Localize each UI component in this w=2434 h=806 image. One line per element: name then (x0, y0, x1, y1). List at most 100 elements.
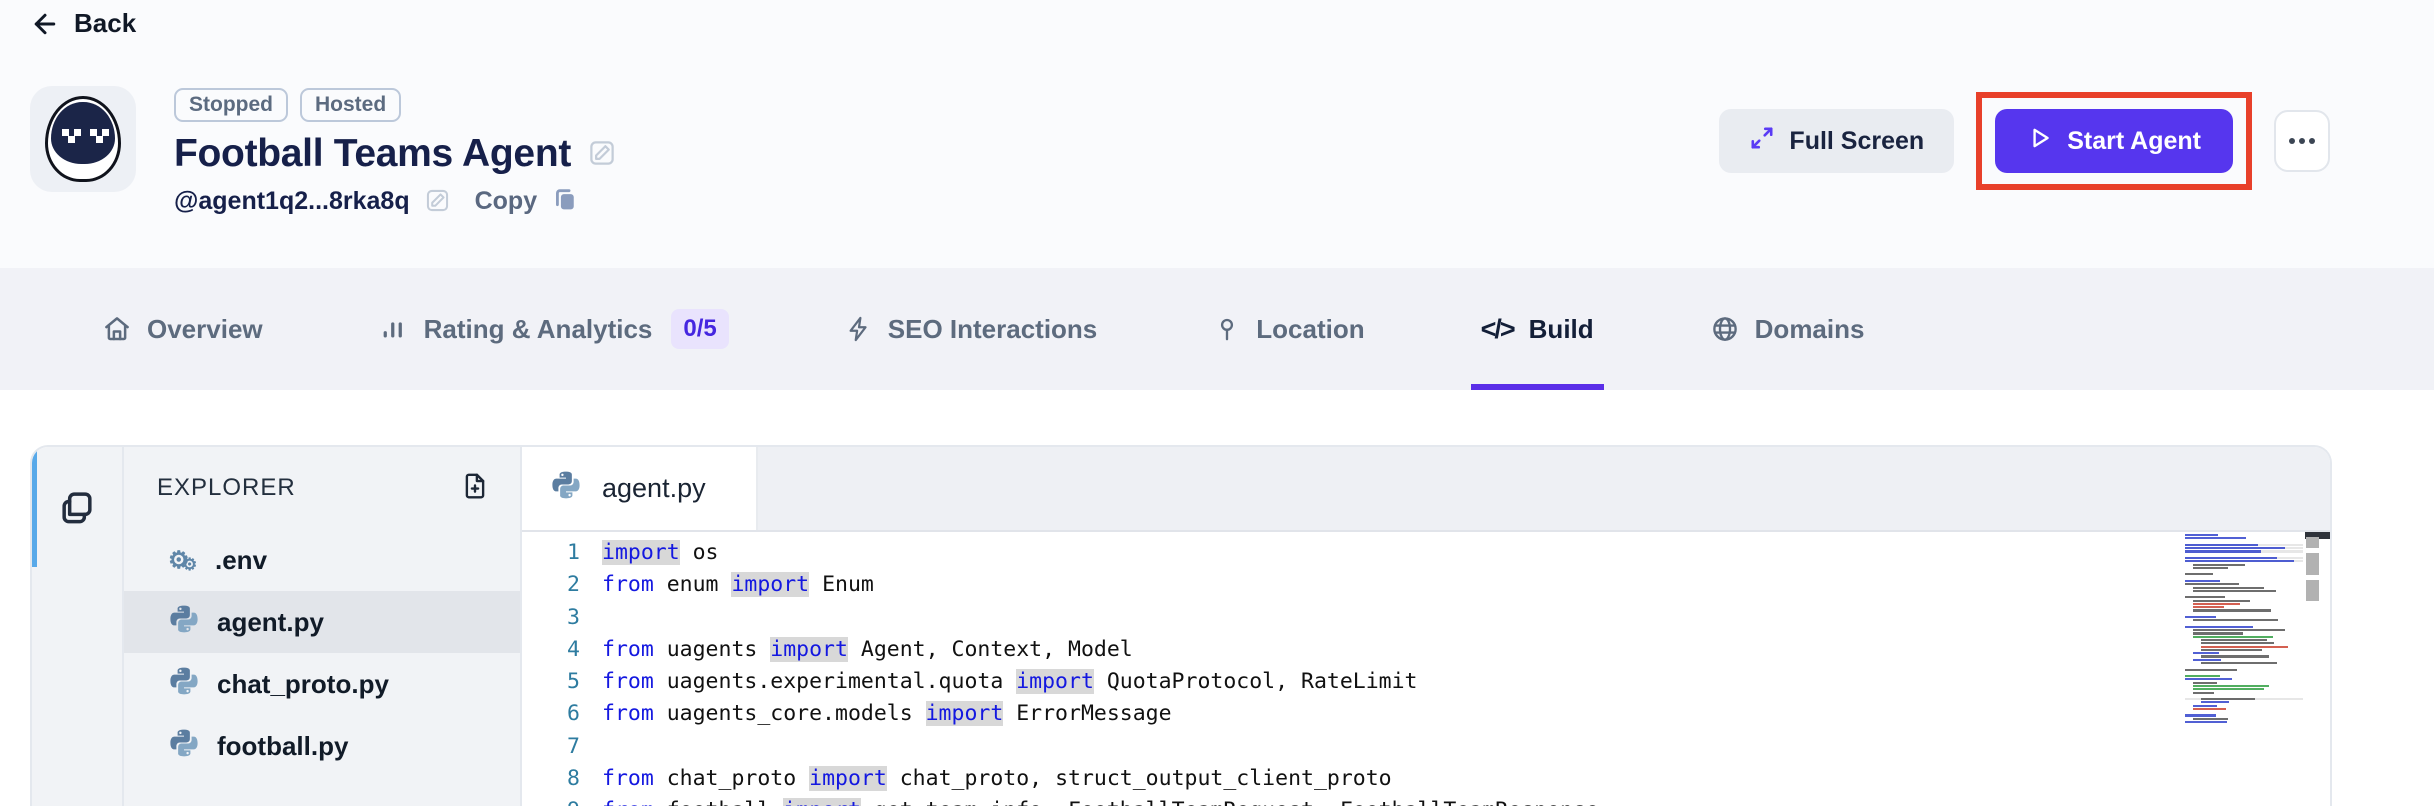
minimap[interactable] (2185, 534, 2303, 723)
minimap-line (2185, 675, 2303, 677)
start-agent-button[interactable]: Start Agent (1995, 109, 2233, 173)
code-line: 5from uagents.experimental.quota import … (522, 666, 2330, 698)
agent-address: @agent1q2...8rka8q (174, 187, 410, 216)
overview-ruler[interactable] (2305, 532, 2330, 806)
minimap-line (2185, 593, 2303, 595)
tab-overview[interactable]: Overview (102, 268, 263, 390)
new-file-icon[interactable] (460, 471, 490, 506)
minimap-line (2185, 636, 2303, 638)
file-item--env[interactable]: ⚙⚙ .env (124, 529, 520, 591)
minimap-line (2185, 547, 2303, 549)
line-number: 9 (522, 795, 602, 806)
minimap-line (2185, 600, 2303, 602)
bar-chart-icon (379, 314, 409, 344)
minimap-line (2185, 688, 2303, 690)
tab-location[interactable]: Location (1213, 268, 1364, 390)
tab-rating-analytics[interactable]: Rating & Analytics 0/5 (379, 268, 729, 390)
tab-label: Overview (147, 314, 263, 345)
minimap-line (2185, 577, 2303, 579)
file-name: agent.py (217, 607, 324, 638)
minimap-line (2185, 557, 2303, 559)
globe-icon (1710, 314, 1740, 344)
minimap-line (2185, 682, 2303, 684)
minimap-line (2185, 613, 2303, 615)
copy-address-button[interactable] (551, 186, 579, 217)
minimap-line (2185, 711, 2303, 713)
minimap-line (2185, 669, 2303, 671)
status-badge-stopped: Stopped (174, 88, 288, 122)
page-title: Football Teams Agent (174, 132, 571, 176)
editor-tab-label: agent.py (602, 473, 706, 504)
occurrence-marker (2306, 580, 2319, 601)
minimap-line (2185, 632, 2303, 634)
gear-icon: ⚙⚙ (168, 546, 198, 575)
minimap-line (2185, 544, 2303, 546)
editor: agent.py 1import os2from enum import Enu… (522, 447, 2330, 806)
file-name: football.py (217, 731, 348, 762)
minimap-line (2185, 665, 2303, 667)
file-name: .env (215, 545, 267, 576)
file-name: chat_proto.py (217, 669, 389, 700)
python-icon (168, 727, 200, 766)
play-icon (2027, 125, 2053, 158)
tab-label: Rating & Analytics (424, 314, 653, 345)
fullscreen-button[interactable]: Full Screen (1719, 109, 1954, 173)
minimap-line (2185, 609, 2303, 611)
rating-count-badge: 0/5 (671, 309, 728, 349)
expand-icon (1749, 125, 1775, 158)
file-item-chat-proto-py[interactable]: chat_proto.py (124, 653, 520, 715)
more-options-button[interactable] (2274, 110, 2330, 172)
minimap-line (2185, 678, 2303, 680)
minimap-line (2185, 554, 2303, 556)
minimap-line (2185, 672, 2303, 674)
fullscreen-label: Full Screen (1789, 127, 1924, 156)
minimap-line (2185, 573, 2303, 575)
code-line: 3 (522, 602, 2330, 634)
files-copy-icon[interactable] (55, 485, 99, 806)
line-number: 2 (522, 569, 602, 601)
code-line: 1import os (522, 537, 2330, 569)
explorer-title: EXPLORER (157, 474, 296, 502)
build-content: EXPLORER ⚙⚙ .env agent.py chat_proto.pyfoot… (0, 390, 2434, 806)
edit-title-button[interactable] (587, 138, 617, 171)
copy-address-label[interactable]: Copy (475, 187, 538, 216)
minimap-line (2185, 583, 2303, 585)
line-number: 6 (522, 698, 602, 730)
code-area[interactable]: 1import os2from enum import Enum34from u… (522, 532, 2330, 806)
status-badges: Stopped Hosted (174, 88, 617, 122)
code-line: 4from uagents import Agent, Context, Mod… (522, 634, 2330, 666)
file-item-agent-py[interactable]: agent.py (124, 591, 520, 653)
editor-tab-agent-py[interactable]: agent.py (522, 447, 758, 530)
minimap-line (2185, 646, 2303, 648)
status-badge-hosted: Hosted (300, 88, 401, 122)
python-icon (550, 469, 582, 508)
minimap-line (2185, 564, 2303, 566)
tab-bar: Overview Rating & Analytics 0/5 SEO Inter… (0, 268, 2434, 390)
code-line: 8from chat_proto import chat_proto, stru… (522, 763, 2330, 795)
occurrence-marker (2306, 553, 2319, 575)
minimap-line (2185, 560, 2303, 562)
activity-bar (32, 447, 124, 806)
minimap-line (2185, 619, 2303, 621)
tab-build[interactable]: </> Build (1481, 268, 1594, 390)
back-button[interactable]: Back (30, 8, 136, 39)
minimap-line (2185, 534, 2303, 536)
line-number: 5 (522, 666, 602, 698)
minimap-line (2185, 550, 2303, 552)
agent-avatar (30, 86, 136, 192)
tab-seo-interactions[interactable]: SEO Interactions (845, 268, 1098, 390)
start-agent-label: Start Agent (2067, 127, 2201, 156)
back-arrow-icon (30, 9, 60, 39)
tab-domains[interactable]: Domains (1710, 268, 1865, 390)
code-line: 2from enum import Enum (522, 569, 2330, 601)
code-editor-panel: EXPLORER ⚙⚙ .env agent.py chat_proto.pyfoot… (30, 445, 2332, 806)
file-item-football-py[interactable]: football.py (124, 715, 520, 777)
edit-address-button[interactable] (424, 187, 451, 217)
tab-label: SEO Interactions (888, 314, 1098, 345)
pin-icon (1213, 315, 1241, 343)
code-icon: </> (1481, 314, 1514, 345)
file-explorer: EXPLORER ⚙⚙ .env agent.py chat_proto.pyfoot… (124, 447, 522, 806)
line-number: 8 (522, 763, 602, 795)
minimap-line (2185, 603, 2303, 605)
edit-pencil-icon (587, 138, 617, 171)
